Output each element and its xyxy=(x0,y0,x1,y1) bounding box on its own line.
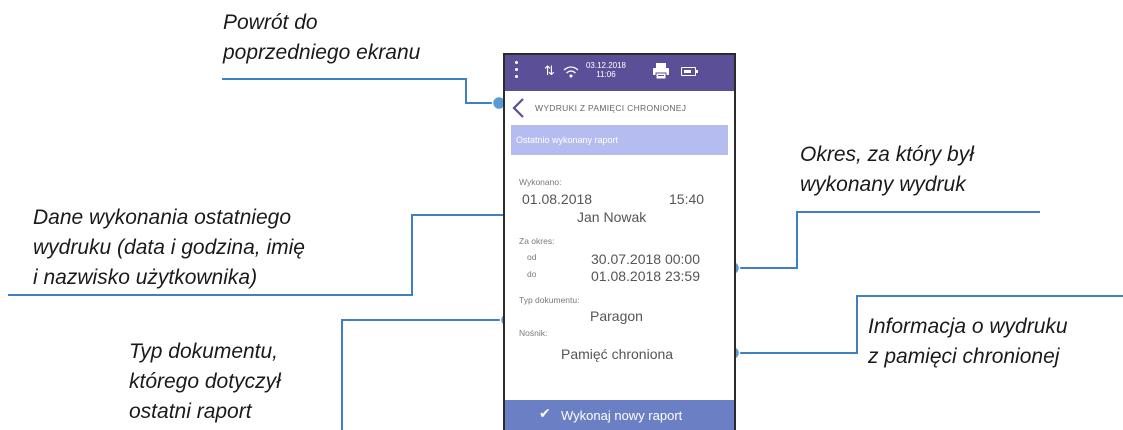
callout-info-line2: z pamięci chronionej xyxy=(868,345,1060,368)
callout-line-back xyxy=(222,78,498,104)
callout-back-line2: poprzedniego ekranu xyxy=(223,41,421,64)
back-arrow-icon[interactable] xyxy=(509,97,529,119)
screen-header: WYDRUKI Z PAMIĘCI CHRONIONEJ xyxy=(505,91,734,125)
executed-date: 01.08.2018 xyxy=(522,191,593,207)
callout-doctype-line3: ostatni raport xyxy=(129,400,252,423)
user-name: Jan Nowak xyxy=(577,209,647,225)
doc-type-label: Typ dokumentu: xyxy=(519,295,580,305)
callout-info: Informacja o wydruku z pamięci chronione… xyxy=(868,312,1068,372)
callout-last-line1: Dane wykonania ostatniego xyxy=(33,206,292,229)
period-from-label: od xyxy=(527,252,537,262)
section-header-label: Ostatnio wykonany raport xyxy=(516,135,619,145)
period-to-value: 01.08.2018 23:59 xyxy=(591,268,700,284)
menu-icon[interactable] xyxy=(515,61,519,82)
period-from-value: 30.07.2018 00:00 xyxy=(591,251,700,267)
printer-icon xyxy=(653,63,669,80)
status-date: 03.12.2018 xyxy=(585,61,627,70)
status-bar: ⇅ 03.12.2018 11:06 xyxy=(505,55,734,91)
callout-back: Powrót do poprzedniego ekranu xyxy=(223,8,420,68)
callout-last-print: Dane wykonania ostatniego wydruku (data … xyxy=(33,203,305,293)
medium-value: Pamięć chroniona xyxy=(561,346,674,362)
new-report-button-label: Wykonaj nowy raport xyxy=(561,408,683,423)
wifi-icon xyxy=(563,66,579,78)
callout-doctype-line1: Typ dokumentu, xyxy=(129,340,279,363)
callout-last-line2: wydruku (data i godzina, imię xyxy=(33,236,305,259)
callout-back-line1: Powrót do xyxy=(223,11,318,34)
period-to-label: do xyxy=(527,269,537,279)
callout-period-line1: Okres, za który był xyxy=(800,143,974,166)
callout-doctype-line2: którego dotyczył xyxy=(129,370,281,393)
section-header-last-report: Ostatnio wykonany raport xyxy=(511,125,728,155)
callout-last-line3: i nazwisko użytkownika) xyxy=(33,266,258,289)
status-time: 11:06 xyxy=(596,70,616,79)
screen-title: WYDRUKI Z PAMIĘCI CHRONIONEJ xyxy=(535,103,687,113)
callout-line-doctype xyxy=(341,319,507,430)
status-datetime: 03.12.2018 11:06 xyxy=(581,61,631,79)
device-screen: ⇅ 03.12.2018 11:06 WYDRUKI Z PAMIĘCI CHR… xyxy=(505,55,734,430)
callout-doctype: Typ dokumentu, którego dotyczył ostatni … xyxy=(129,337,281,427)
callout-info-line1: Informacja o wydruku xyxy=(868,315,1068,338)
new-report-button[interactable]: ✔ Wykonaj nowy raport xyxy=(505,400,734,430)
callout-period-line2: wykonany wydruk xyxy=(800,173,966,196)
period-label: Za okres: xyxy=(519,236,555,246)
callout-line-period xyxy=(733,211,1040,269)
checkmark-icon: ✔ xyxy=(539,406,551,422)
callout-period: Okres, za który był wykonany wydruk xyxy=(800,140,974,200)
executed-time: 15:40 xyxy=(669,191,705,207)
data-transfer-icon: ⇅ xyxy=(544,64,555,79)
medium-label: Nośnik: xyxy=(519,328,548,338)
battery-icon xyxy=(681,67,698,76)
executed-label: Wykonano: xyxy=(519,177,562,187)
doc-type-value: Paragon xyxy=(590,308,643,324)
